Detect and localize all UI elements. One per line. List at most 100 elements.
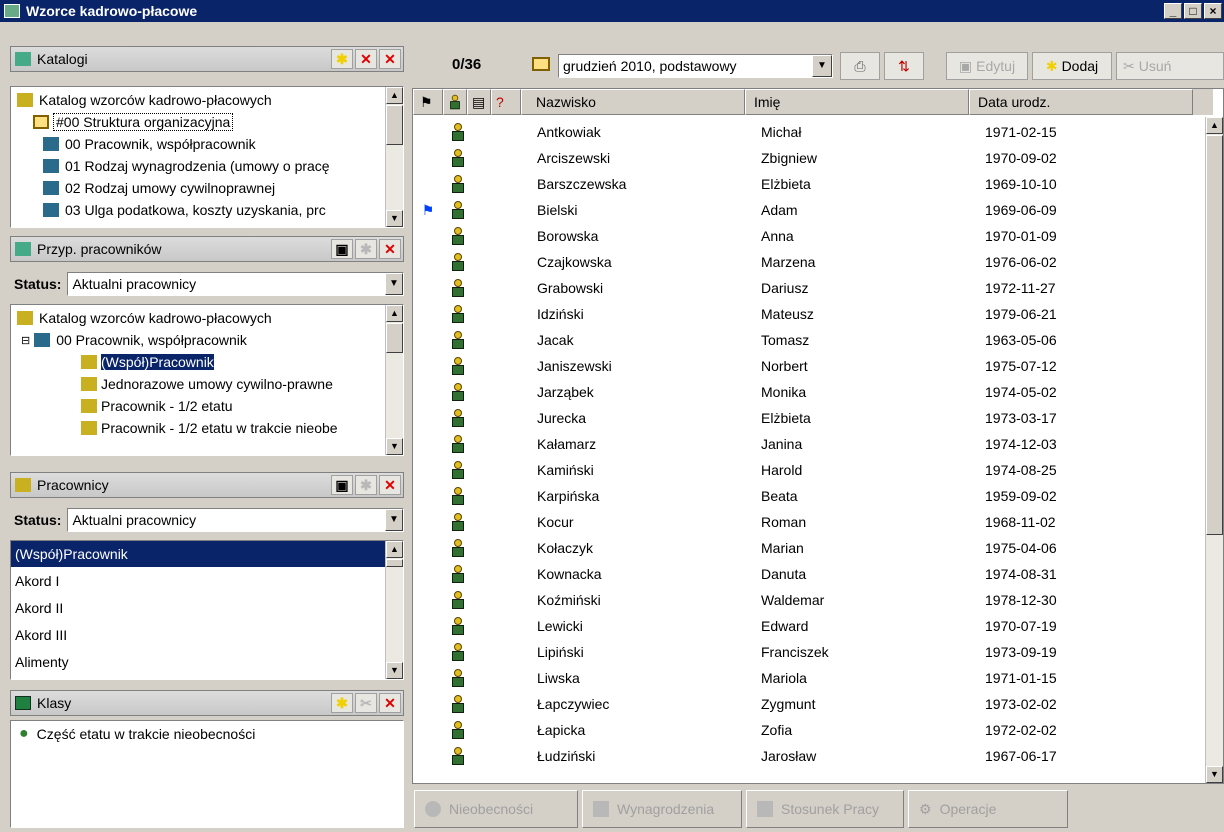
close-katalogi-button[interactable]: ✕ <box>379 49 401 69</box>
tree-item[interactable]: 00 Pracownik, współpracownik <box>17 133 403 155</box>
pracownicy-status-select[interactable]: Aktualni pracownicy ▼ <box>67 508 404 532</box>
help-column-icon[interactable]: ? <box>491 89 521 115</box>
edit-button[interactable]: ▣ Edytuj <box>946 52 1028 80</box>
scroll-up-button[interactable]: ▲ <box>386 305 403 322</box>
przyp-status-select[interactable]: Aktualni pracownicy ▼ <box>67 272 404 296</box>
scroll-down-button[interactable]: ▼ <box>1206 766 1223 783</box>
delete-catalog-button[interactable]: ✕ <box>355 49 377 69</box>
tree-item[interactable]: 03 Ulga podatkowa, koszty uzyskania, prc <box>17 199 403 221</box>
delete-class-button[interactable]: ✕ <box>379 693 401 713</box>
katalogi-tree[interactable]: Katalog wzorców kadrowo-płacowych #00 St… <box>10 86 404 228</box>
pracownicy-scrollbar[interactable]: ▲ ▼ <box>385 541 403 679</box>
dropdown-arrow-icon[interactable]: ▼ <box>385 509 403 531</box>
new-assignment-button[interactable]: ✱ <box>355 239 377 259</box>
list-item[interactable]: Akord III <box>11 621 403 648</box>
person-column-icon[interactable] <box>443 89 467 115</box>
table-row[interactable]: Arciszewski Zbigniew 1970-09-02 <box>413 145 1208 171</box>
scroll-thumb[interactable] <box>386 323 403 353</box>
list-item[interactable]: ● Część etatu w trakcie nieobecności <box>11 721 403 743</box>
period-select[interactable]: grudzień 2010, podstawowy ▼ <box>558 54 833 78</box>
scroll-thumb[interactable] <box>386 105 403 145</box>
table-row[interactable]: Janiszewski Norbert 1975-07-12 <box>413 353 1208 379</box>
properties-button[interactable]: ▣ <box>331 239 353 259</box>
close-button[interactable]: × <box>1204 3 1222 19</box>
klasy-list[interactable]: ● Część etatu w trakcie nieobecności <box>10 720 404 828</box>
document-column-icon[interactable]: ▤ <box>467 89 491 115</box>
scroll-down-button[interactable]: ▼ <box>386 662 403 679</box>
collapse-icon[interactable]: ⊟ <box>21 334 30 347</box>
table-row[interactable]: Kałamarz Janina 1974-12-03 <box>413 431 1208 457</box>
new-class-button[interactable]: ✱ <box>331 693 353 713</box>
table-row[interactable]: Jurecka Elżbieta 1973-03-17 <box>413 405 1208 431</box>
table-row[interactable]: Koźmiński Waldemar 1978-12-30 <box>413 587 1208 613</box>
table-row[interactable]: ⚑ Bielski Adam 1969-06-09 <box>413 197 1208 223</box>
table-row[interactable]: Liwska Mariola 1971-01-15 <box>413 665 1208 691</box>
table-row[interactable]: Łudziński Jarosław 1967-06-17 <box>413 743 1208 769</box>
tree-item[interactable]: (Współ)Pracownik <box>17 351 403 373</box>
scroll-thumb[interactable] <box>386 559 403 567</box>
katalogi-scrollbar[interactable]: ▲ ▼ <box>385 87 403 227</box>
scroll-down-button[interactable]: ▼ <box>386 438 403 455</box>
column-header-nazwisko[interactable]: Nazwisko <box>521 89 745 115</box>
table-row[interactable]: Kołaczyk Marian 1975-04-06 <box>413 535 1208 561</box>
tree-item[interactable]: #00 Struktura organizacyjna <box>17 111 403 133</box>
cut-class-button[interactable]: ✂ <box>355 693 377 713</box>
list-item[interactable]: Alimenty <box>11 648 403 675</box>
table-row[interactable]: Idziński Mateusz 1979-06-21 <box>413 301 1208 327</box>
table-row[interactable]: Kownacka Danuta 1974-08-31 <box>413 561 1208 587</box>
dropdown-arrow-icon[interactable]: ▼ <box>385 273 403 295</box>
przyp-tree[interactable]: Katalog wzorców kadrowo-płacowych ⊟ 00 Pr… <box>10 304 404 456</box>
table-row[interactable]: Jacak Tomasz 1963-05-06 <box>413 327 1208 353</box>
column-header-imie[interactable]: Imię <box>745 89 969 115</box>
table-row[interactable]: Borowska Anna 1970-01-09 <box>413 223 1208 249</box>
grid-scrollbar[interactable]: ▲ ▼ <box>1205 117 1223 783</box>
print-button[interactable]: ⎙ <box>840 52 880 80</box>
table-row[interactable]: Czajkowska Marzena 1976-06-02 <box>413 249 1208 275</box>
table-row[interactable]: Łapicka Zofia 1972-02-02 <box>413 717 1208 743</box>
scroll-thumb[interactable] <box>1206 135 1223 535</box>
salaries-button[interactable]: Wynagrodzenia <box>582 790 742 828</box>
scroll-down-button[interactable]: ▼ <box>386 210 403 227</box>
tree-item[interactable]: Katalog wzorców kadrowo-płacowych <box>17 307 403 329</box>
tree-item[interactable]: ⊟ 00 Pracownik, współpracownik <box>17 329 403 351</box>
tree-item[interactable]: Pracownik - 1/2 etatu w trakcie nieobe <box>17 417 403 439</box>
scroll-up-button[interactable]: ▲ <box>386 541 403 558</box>
przyp-scrollbar[interactable]: ▲ ▼ <box>385 305 403 455</box>
delete-button[interactable]: ✂ Usuń <box>1116 52 1224 80</box>
new-catalog-button[interactable]: ✱ <box>331 49 353 69</box>
tree-item[interactable]: Jednorazowe umowy cywilno-prawne <box>17 373 403 395</box>
absences-button[interactable]: Nieobecności <box>414 790 578 828</box>
table-row[interactable]: Grabowski Dariusz 1972-11-27 <box>413 275 1208 301</box>
tree-item[interactable]: Pracownik - 1/2 etatu <box>17 395 403 417</box>
table-row[interactable]: Kocur Roman 1968-11-02 <box>413 509 1208 535</box>
table-row[interactable]: Jarząbek Monika 1974-05-02 <box>413 379 1208 405</box>
list-item[interactable]: (Współ)Pracownik <box>11 541 385 567</box>
tree-item[interactable]: 02 Rodzaj umowy cywilnoprawnej <box>17 177 403 199</box>
table-row[interactable]: Karpińska Beata 1959-09-02 <box>413 483 1208 509</box>
scroll-up-button[interactable]: ▲ <box>1206 117 1223 134</box>
dropdown-arrow-icon[interactable]: ▼ <box>812 55 832 77</box>
employment-button[interactable]: Stosunek Pracy <box>746 790 904 828</box>
table-row[interactable]: Antkowiak Michał 1971-02-15 <box>413 119 1208 145</box>
column-header-data[interactable]: Data urodz. <box>969 89 1193 115</box>
list-item[interactable]: Akord I <box>11 567 403 594</box>
table-row[interactable]: Łapczywiec Zygmunt 1973-02-02 <box>413 691 1208 717</box>
tree-item[interactable]: Katalog wzorców kadrowo-płacowych <box>17 89 403 111</box>
pracownicy-list[interactable]: (Współ)Pracownik Akord I Akord II Akord … <box>10 540 404 680</box>
delete-assignment-button[interactable]: ✕ <box>379 239 401 259</box>
table-row[interactable]: Lipiński Franciszek 1973-09-19 <box>413 639 1208 665</box>
new-employee-button[interactable]: ✱ <box>355 475 377 495</box>
list-item[interactable]: Akord II <box>11 594 403 621</box>
table-row[interactable]: Lewicki Edward 1970-07-19 <box>413 613 1208 639</box>
scroll-up-button[interactable]: ▲ <box>386 87 403 104</box>
operations-button[interactable]: ⚙ Operacje <box>908 790 1068 828</box>
export-button[interactable]: ⇅ <box>884 52 924 80</box>
properties-button[interactable]: ▣ <box>331 475 353 495</box>
add-button[interactable]: ✱ Dodaj <box>1032 52 1112 80</box>
flag-column-icon[interactable]: ⚑ <box>413 89 443 115</box>
table-row[interactable]: Kamiński Harold 1974-08-25 <box>413 457 1208 483</box>
maximize-button[interactable]: □ <box>1184 3 1202 19</box>
tree-item[interactable]: 01 Rodzaj wynagrodzenia (umowy o pracę <box>17 155 403 177</box>
delete-employee-button[interactable]: ✕ <box>379 475 401 495</box>
minimize-button[interactable]: _ <box>1164 3 1182 19</box>
